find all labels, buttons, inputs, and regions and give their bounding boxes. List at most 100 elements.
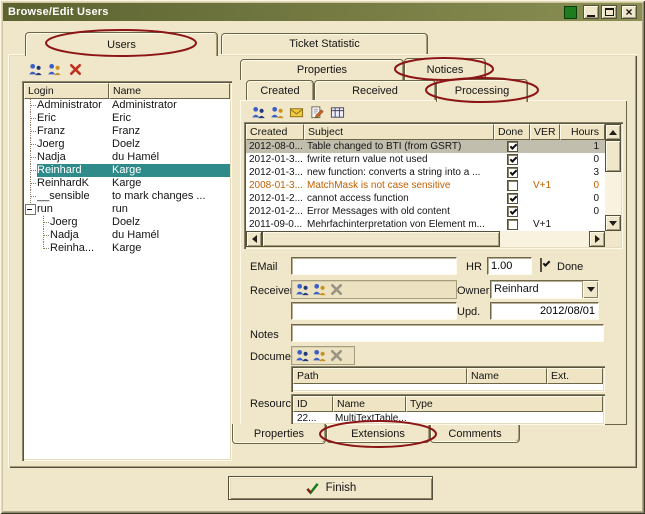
assign-notice-button[interactable] <box>269 104 286 121</box>
column-header-hours[interactable]: Hours <box>560 124 605 140</box>
column-header-subject[interactable]: Subject <box>304 124 494 140</box>
done-checkbox[interactable] <box>507 154 518 165</box>
user-row[interactable]: runrun <box>24 203 230 216</box>
resource-row[interactable]: 22... MultiTextTable... <box>293 412 603 423</box>
notice-row[interactable]: 2012-01-2...Error Messages with old cont… <box>246 205 621 218</box>
tree-expander[interactable] <box>24 203 37 216</box>
tree-line <box>24 125 37 138</box>
vscroll-thumb[interactable] <box>605 140 621 172</box>
upd-label: Upd. <box>457 306 480 319</box>
done-checkbox[interactable] <box>507 193 518 204</box>
tab-properties-bottom[interactable]: Properties <box>232 424 326 444</box>
column-header-login[interactable]: Login <box>24 83 109 99</box>
user-name: Administrator <box>109 99 230 112</box>
tab-notices[interactable]: Notices <box>404 58 486 80</box>
app-indicator <box>564 6 577 19</box>
column-header-ver[interactable]: VER <box>530 124 560 140</box>
mail-notice-button[interactable] <box>288 104 305 121</box>
email-input[interactable] <box>291 257 457 275</box>
tab-extensions[interactable]: Extensions <box>326 425 430 443</box>
notice-row[interactable]: 2011-09-0...Mehrfachinterpretation von E… <box>246 218 621 231</box>
column-header-created[interactable]: Created <box>246 124 304 140</box>
tab-ticket-statistic[interactable]: Ticket Statistic <box>221 33 428 54</box>
user-row[interactable]: JoergDoelz <box>24 138 230 151</box>
minimize-button[interactable] <box>583 5 599 19</box>
tab-received[interactable]: Received <box>314 80 436 100</box>
titlebar[interactable]: Browse/Edit Users × <box>3 3 642 21</box>
owner-value: Reinhard <box>491 281 582 298</box>
column-header-id[interactable]: ID <box>293 396 333 412</box>
done-checkbox[interactable] <box>507 180 518 191</box>
user-row[interactable]: EricEric <box>24 112 230 125</box>
remove-receiver-button[interactable] <box>329 282 344 297</box>
notice-row[interactable]: 2012-01-3...fwrite return value not used… <box>246 153 621 166</box>
minimize-icon <box>587 15 595 17</box>
upd-input[interactable] <box>490 302 599 320</box>
user-row[interactable]: FranzFranz <box>24 125 230 138</box>
receiver-input[interactable] <box>291 302 457 320</box>
notices-header: Created Subject Done VER Hours <box>246 124 621 140</box>
hr-label: HR <box>466 261 482 274</box>
notes-input[interactable] <box>291 324 604 342</box>
column-header-ext[interactable]: Ext. <box>547 368 603 384</box>
column-header-name[interactable]: Name <box>109 83 230 99</box>
new-notice-button[interactable] <box>250 104 267 121</box>
remove-document-button[interactable] <box>329 348 344 363</box>
done-checkbox[interactable] <box>507 167 518 178</box>
tab-comments[interactable]: Comments <box>430 425 520 443</box>
notice-hours <box>560 218 605 231</box>
new-user-button[interactable] <box>27 61 44 78</box>
notice-created: 2012-01-3... <box>246 166 304 179</box>
edit-notice-button[interactable] <box>309 104 326 121</box>
notice-row-selected[interactable]: 2012-08-0...Table changed to BTI (from G… <box>246 140 621 153</box>
scroll-up-button[interactable] <box>605 124 621 140</box>
user-row-selected[interactable]: ReinhardKarge <box>24 164 230 177</box>
notice-table-button[interactable] <box>329 104 346 121</box>
close-button[interactable]: × <box>621 5 637 19</box>
done-checkbox[interactable] <box>507 141 518 152</box>
user-row[interactable]: Nadjadu Hamél <box>24 151 230 164</box>
done-checkbox[interactable] <box>507 219 518 230</box>
add-receiver-button[interactable] <box>295 282 310 297</box>
user-row[interactable]: JoergDoelz <box>24 216 230 229</box>
notice-row[interactable]: 2012-01-2...cannot access function0 <box>246 192 621 205</box>
tab-created[interactable]: Created <box>246 80 314 100</box>
scroll-right-button[interactable] <box>589 231 605 247</box>
user-row[interactable]: Nadjadu Hamél <box>24 229 230 242</box>
notices-vscrollbar[interactable] <box>605 124 621 231</box>
user-login: Reinha... <box>50 242 109 255</box>
column-header-type[interactable]: Type <box>406 396 603 412</box>
column-header-res-name[interactable]: Name <box>333 396 406 412</box>
delete-user-button[interactable] <box>67 61 84 78</box>
copy-user-button[interactable] <box>46 61 63 78</box>
tab-properties[interactable]: Properties <box>240 59 404 80</box>
mail-icon <box>289 105 304 120</box>
done-checkbox[interactable] <box>507 206 518 217</box>
tree-line <box>37 229 50 242</box>
user-row[interactable]: AdministratorAdministrator <box>24 99 230 112</box>
tab-users[interactable]: Users <box>25 32 218 56</box>
owner-dropdown-button[interactable] <box>582 281 598 298</box>
add-document-button[interactable] <box>295 348 310 363</box>
scroll-left-button[interactable] <box>246 231 262 247</box>
done-form-checkbox[interactable] <box>540 258 542 272</box>
notice-row-warning[interactable]: 2008-01-3...MatchMask is not case sensit… <box>246 179 621 192</box>
notice-subject: Error Messages with old content <box>304 205 494 218</box>
pick-document-button[interactable] <box>312 348 327 363</box>
maximize-button[interactable] <box>601 5 617 19</box>
finish-button[interactable]: Finish <box>228 476 433 500</box>
hr-input[interactable] <box>487 257 532 275</box>
notice-row[interactable]: 2012-01-3...new function: converts a str… <box>246 166 621 179</box>
column-header-done[interactable]: Done <box>494 124 530 140</box>
scroll-down-button[interactable] <box>605 215 621 231</box>
user-row[interactable]: Reinha...Karge <box>24 242 230 255</box>
user-row[interactable]: ReinhardKKarge <box>24 177 230 190</box>
user-row[interactable]: __sensibleto mark changes ... <box>24 190 230 203</box>
tab-processing[interactable]: Processing <box>436 79 528 102</box>
owner-select[interactable]: Reinhard <box>490 280 599 299</box>
notices-hscrollbar[interactable] <box>246 231 605 247</box>
column-header-path[interactable]: Path <box>293 368 467 384</box>
hscroll-thumb[interactable] <box>262 231 500 247</box>
pick-receiver-button[interactable] <box>312 282 327 297</box>
column-header-doc-name[interactable]: Name <box>467 368 547 384</box>
